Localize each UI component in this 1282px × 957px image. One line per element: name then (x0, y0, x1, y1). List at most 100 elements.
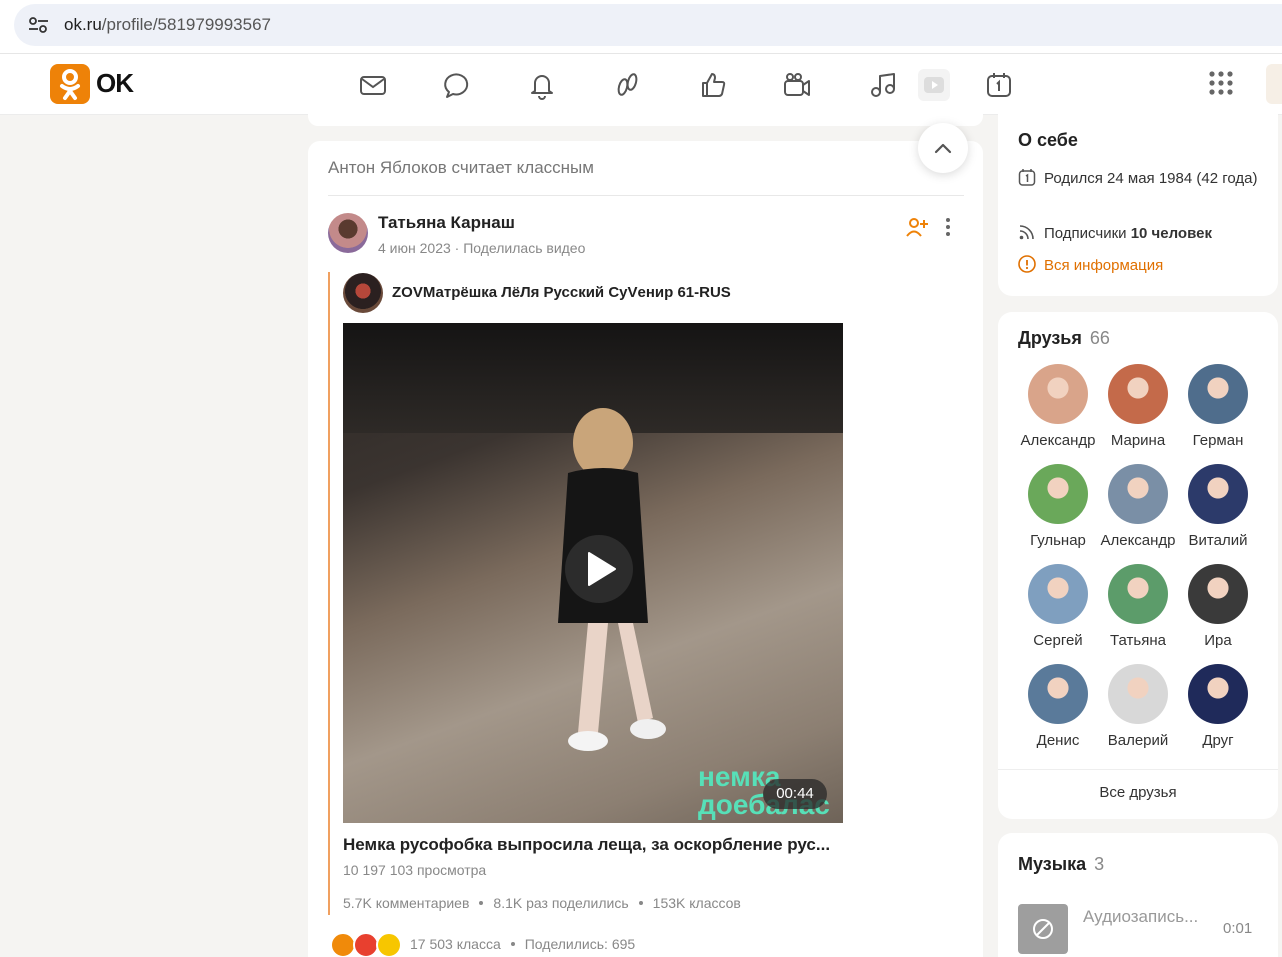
friend-name[interactable]: Александр (1018, 432, 1098, 449)
about-title: О себе (1018, 130, 1078, 150)
friends-card: Друзья 66 Александр Марина Герман Гульнар Але… (998, 312, 1278, 819)
friend-item[interactable]: Герман (1178, 364, 1258, 449)
friend-name[interactable]: Герман (1178, 432, 1258, 449)
friend-avatar[interactable] (1188, 664, 1248, 724)
music-icon[interactable] (868, 70, 898, 100)
more-options-icon[interactable] (942, 216, 954, 238)
friend-avatar[interactable] (1188, 564, 1248, 624)
mail-icon[interactable] (358, 70, 388, 100)
friend-avatar[interactable] (1108, 364, 1168, 424)
logo-text[interactable]: OK (96, 68, 134, 99)
bell-icon[interactable] (527, 70, 557, 100)
calendar-icon[interactable] (984, 70, 1014, 100)
friend-item[interactable]: Денис (1018, 664, 1098, 749)
post-footer: 17 503 класса Поделились: 695 (410, 936, 635, 952)
video-stats: 5.7K комментариев 8.1K раз поделились 153K… (343, 895, 741, 911)
reactions-icons[interactable] (330, 932, 406, 957)
video-player[interactable]: немка доебалас 00:44 (343, 323, 843, 823)
friend-name[interactable]: Валерий (1098, 732, 1178, 749)
friend-avatar[interactable] (1108, 464, 1168, 524)
post-meta: 4 июн 2023 · Поделилась видео (378, 240, 586, 256)
friends-count: 66 (1089, 328, 1110, 348)
friend-name[interactable]: Гульнар (1018, 532, 1098, 549)
friend-item[interactable]: Татьяна (1098, 564, 1178, 649)
friend-name[interactable]: Ира (1178, 632, 1258, 649)
friend-item[interactable]: Александр (1098, 464, 1178, 549)
camera-icon[interactable] (782, 70, 812, 100)
music-card: Музыка 3 Аудиозапись... 0:01 (998, 833, 1278, 957)
all-friends-link[interactable]: Все друзья (998, 784, 1278, 801)
comments-count[interactable]: 5.7K комментариев (343, 895, 469, 911)
friend-name[interactable]: Александр (1098, 532, 1178, 549)
rss-icon (1019, 225, 1034, 240)
friend-avatar[interactable] (1188, 364, 1248, 424)
friends-title-label: Друзья (1018, 328, 1082, 348)
friend-item[interactable]: Марина (1098, 364, 1178, 449)
friend-item[interactable]: Ира (1178, 564, 1258, 649)
friend-name[interactable]: Марина (1098, 432, 1178, 449)
author-avatar[interactable] (328, 213, 368, 253)
chevron-up-icon (934, 143, 952, 154)
play-button[interactable] (565, 535, 633, 603)
add-friend-icon[interactable] (905, 216, 929, 238)
friend-name[interactable]: Сергей (1018, 632, 1098, 649)
shares-count[interactable]: 8.1K раз поделились (493, 895, 628, 911)
subscribers: Подписчики 10 человек (1044, 223, 1264, 245)
audio-title[interactable]: Аудиозапись... (1083, 907, 1213, 927)
music-count: 3 (1094, 854, 1105, 874)
friend-avatar[interactable] (1108, 564, 1168, 624)
friend-item[interactable]: Валерий (1098, 664, 1178, 749)
video-title[interactable]: Немка русофобка выпросила леща, за оскор… (343, 835, 843, 855)
subscribers-label: Подписчики (1044, 225, 1127, 242)
browser-address-bar: ok.ru/profile/581979993567 (0, 0, 1282, 54)
friend-item[interactable]: Гульнар (1018, 464, 1098, 549)
friend-name[interactable]: Денис (1018, 732, 1098, 749)
url-text: ok.ru/profile/581979993567 (64, 15, 271, 35)
url-domain: ok.ru (64, 15, 102, 34)
friend-item[interactable]: Виталий (1178, 464, 1258, 549)
ok-logo-icon[interactable] (50, 64, 90, 104)
all-info-label[interactable]: Вся информация (1044, 255, 1264, 277)
audio-cover[interactable] (1018, 904, 1068, 954)
music-title[interactable]: Музыка 3 (1018, 854, 1104, 875)
apps-grid-icon[interactable] (1208, 70, 1234, 96)
friend-avatar[interactable] (1188, 464, 1248, 524)
friend-name[interactable]: Виталий (1178, 532, 1258, 549)
friend-name[interactable]: Друг (1178, 732, 1258, 749)
friend-item[interactable]: Друг (1178, 664, 1258, 749)
site-settings-icon[interactable] (26, 15, 52, 35)
post-date: 4 июн 2023 (378, 240, 451, 256)
friend-avatar[interactable] (1108, 664, 1168, 724)
previous-card-bottom (308, 114, 983, 126)
scroll-to-top-button[interactable] (918, 123, 968, 173)
info-icon (1018, 255, 1036, 273)
guests-icon[interactable] (612, 70, 642, 100)
header-profile-button[interactable] (1266, 64, 1282, 104)
feed-header: Антон Яблоков считает классным (328, 158, 594, 177)
video-icon[interactable] (918, 69, 950, 101)
group-avatar[interactable] (343, 273, 383, 313)
subscribers-value: 10 человек (1130, 225, 1212, 242)
friends-title[interactable]: Друзья 66 (1018, 328, 1110, 349)
author-name[interactable]: Татьяна Карнаш (378, 213, 515, 233)
shared-count[interactable]: Поделились: 695 (525, 936, 635, 952)
blocked-icon (1033, 919, 1053, 939)
friend-avatar[interactable] (1028, 464, 1088, 524)
divider (998, 769, 1278, 770)
friend-avatar[interactable] (1028, 564, 1088, 624)
friend-avatar[interactable] (1028, 664, 1088, 724)
class-count[interactable]: 17 503 класса (410, 936, 501, 952)
repost-bar (328, 272, 330, 915)
video-duration: 00:44 (763, 779, 827, 809)
likes-icon[interactable] (698, 70, 728, 100)
friend-avatar[interactable] (1028, 364, 1088, 424)
audio-duration: 0:01 (1223, 920, 1253, 937)
friend-name[interactable]: Татьяна (1098, 632, 1178, 649)
birth-date: Родился 24 мая 1984 (42 года) (1044, 170, 1258, 187)
group-name[interactable]: ZOVМатрёшка ЛёЛя Русский СуVенир 61-RUS (392, 284, 731, 301)
friend-item[interactable]: Александр (1018, 364, 1098, 449)
friend-item[interactable]: Сергей (1018, 564, 1098, 649)
url-field[interactable]: ok.ru/profile/581979993567 (14, 4, 1282, 46)
chat-icon[interactable] (443, 70, 473, 100)
likes-count[interactable]: 153K классов (653, 895, 741, 911)
